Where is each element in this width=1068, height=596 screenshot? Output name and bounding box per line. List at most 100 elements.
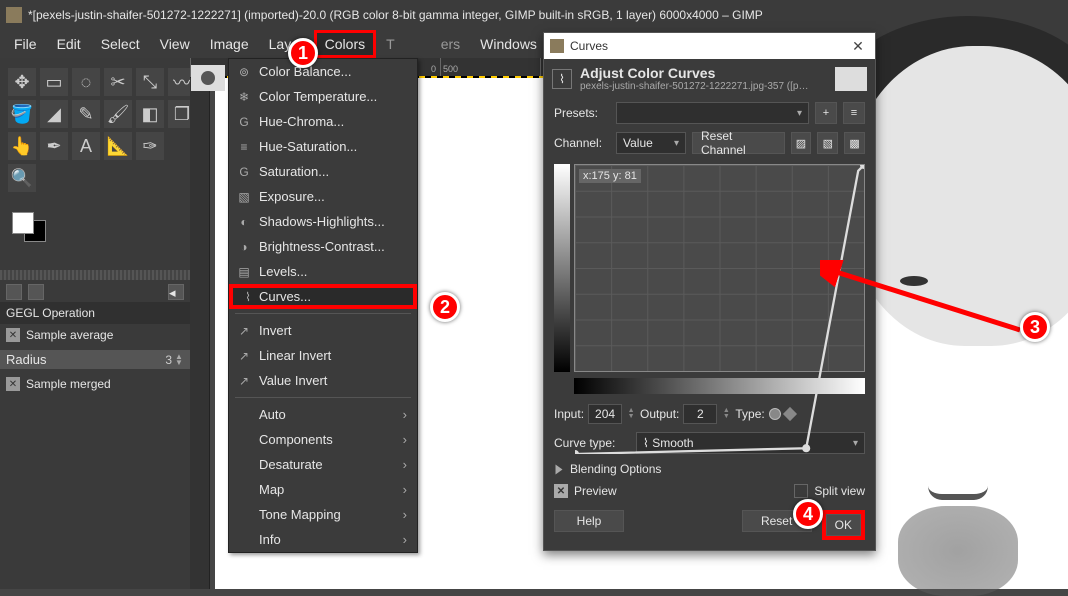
menu-file[interactable]: File [4,30,47,58]
channel-row: Channel: Value▾ Reset Channel ▨ ▧ ▩ [544,128,875,158]
curves-header-icon: ⌇ [552,69,572,89]
shadows-highlights-icon: ◐ [237,215,251,229]
presets-combo[interactable]: ▾ [616,102,809,124]
sample-average-option[interactable]: ✕ Sample average [0,324,190,346]
menu-exposure[interactable]: ▧Exposure... [229,184,417,209]
sample-merged-option[interactable]: ✕ Sample merged [0,373,190,395]
color-picker-icon[interactable]: ✑ [136,132,164,160]
close-icon[interactable]: ✕ [847,35,869,57]
menu-color-temperature[interactable]: ❄Color Temperature... [229,84,417,109]
checkbox-x-icon: ✕ [6,328,20,342]
output-gradient [554,164,570,372]
invert-icon: ↗ [237,324,251,338]
path-tool-icon[interactable]: ✒ [40,132,68,160]
text-tool-icon[interactable]: A [72,132,100,160]
zoom-tool-icon[interactable]: 🔍 [8,164,36,192]
radius-row[interactable]: Radius 3 ▲▼ [0,350,190,369]
menu-view[interactable]: View [150,30,200,58]
ok-button[interactable]: OK [826,514,861,536]
tool-options-tab-icon[interactable] [6,284,22,300]
dialog-header-subtitle: pexels-justin-shaifer-501272-1222271.jpg… [580,81,810,92]
split-view-label: Split view [814,484,865,498]
paintbrush-tool-icon[interactable]: 🖌 [104,100,132,128]
value-invert-icon: ↗ [237,374,251,388]
menu-curves[interactable]: ⌇Curves... [229,284,417,309]
gegl-operation-label: GEGL Operation [0,302,190,324]
transform-tool-icon[interactable]: ⤡ [136,68,164,96]
blending-options-row[interactable]: Blending Options [544,458,875,480]
histogram-perceptual-icon[interactable]: ▩ [844,132,865,154]
menu-windows[interactable]: Windows [470,30,547,58]
menu-levels[interactable]: ▤Levels... [229,259,417,284]
menu-invert[interactable]: ↗Invert [229,318,417,343]
menu-select[interactable]: Select [91,30,150,58]
radius-value: 3 [165,353,172,367]
menu-hue-chroma[interactable]: GHue-Chroma... [229,109,417,134]
fg-bg-colors[interactable] [0,202,190,258]
menu-hue-saturation[interactable]: ≡Hue-Saturation... [229,134,417,159]
submenu-arrow-icon: › [403,432,407,447]
menu-tools-partial[interactable]: T [376,30,405,58]
menu-colors[interactable]: Colors [314,30,376,58]
preview-label: Preview [574,484,617,498]
expander-arrow-icon [556,464,563,474]
checkbox-x-icon: ✕ [6,377,20,391]
smudge-tool-icon[interactable]: 👆 [8,132,36,160]
menu-saturation[interactable]: GSaturation... [229,159,417,184]
menu-filters-partial[interactable]: ers [431,30,470,58]
dialog-titlebar[interactable]: Curves ✕ [544,33,875,59]
brightness-contrast-icon: ◑ [237,240,251,254]
menu-tone-mapping[interactable]: Tone Mapping› [229,502,417,527]
menu-desaturate[interactable]: Desaturate› [229,452,417,477]
menu-color-balance[interactable]: ⊚Color Balance... [229,59,417,84]
menu-image[interactable]: Image [200,30,259,58]
chevron-down-icon: ▾ [674,138,679,149]
fg-color-swatch[interactable] [12,212,34,234]
toolbox-grid: ✥ ▭ ◌ ✂ ⤡ 〰 🪣 ◢ ✎ 🖌 ◧ ❐ 👆 ✒ A 📐 ✑ 🔍 [0,58,190,202]
dialog-header: ⌇ Adjust Color Curves pexels-justin-shai… [544,59,875,98]
menu-auto[interactable]: Auto› [229,402,417,427]
panel-menu-icon[interactable]: ◂ [168,284,184,300]
move-tool-icon[interactable]: ✥ [8,68,36,96]
gimp-small-icon [550,39,564,53]
annotation-badge-1: 1 [288,38,318,68]
menu-brightness-contrast[interactable]: ◑Brightness-Contrast... [229,234,417,259]
menu-info[interactable]: Info› [229,527,417,552]
dialog-buttons: Help Reset OK [544,502,875,550]
preview-checkbox[interactable]: ✕ [554,484,568,498]
help-button[interactable]: Help [554,510,624,532]
channel-combo[interactable]: Value▾ [616,132,686,154]
rect-select-tool-icon[interactable]: ▭ [40,68,68,96]
preset-manage-icon[interactable]: ≡ [843,102,865,124]
reset-channel-button[interactable]: Reset Channel [692,132,785,154]
sample-average-label: Sample average [26,328,113,342]
preset-add-icon[interactable]: + [815,102,837,124]
menu-map[interactable]: Map› [229,477,417,502]
menu-edit[interactable]: Edit [47,30,91,58]
menu-value-invert[interactable]: ↗Value Invert [229,368,417,393]
radius-label: Radius [6,352,46,367]
annotation-badge-2: 2 [430,292,460,322]
histogram-log-icon[interactable]: ▧ [817,132,838,154]
menu-components[interactable]: Components› [229,427,417,452]
window-title: *[pexels-justin-shaifer-501272-1222271] … [28,8,763,22]
pencil-tool-icon[interactable]: ✎ [72,100,100,128]
eraser-tool-icon[interactable]: ◧ [136,100,164,128]
menu-linear-invert[interactable]: ↗Linear Invert [229,343,417,368]
presets-label: Presets: [554,106,610,120]
split-view-checkbox[interactable] [794,484,808,498]
gradient-tool-icon[interactable]: ◢ [40,100,68,128]
linear-invert-icon: ↗ [237,349,251,363]
colors-dropdown: ⊚Color Balance... ❄Color Temperature... … [228,58,418,553]
spinner-arrows-icon[interactable]: ▲▼ [174,354,184,366]
histogram-linear-icon[interactable]: ▨ [791,132,812,154]
saturation-icon: G [237,165,251,179]
dialog-title: Curves [570,39,847,53]
device-status-tab-icon[interactable] [28,284,44,300]
bucket-fill-icon[interactable]: 🪣 [8,100,36,128]
crop-tool-icon[interactable]: ✂ [104,68,132,96]
measure-tool-icon[interactable]: 📐 [104,132,132,160]
free-select-tool-icon[interactable]: ◌ [72,68,100,96]
submenu-arrow-icon: › [403,482,407,497]
menu-shadows-highlights[interactable]: ◐Shadows-Highlights... [229,209,417,234]
